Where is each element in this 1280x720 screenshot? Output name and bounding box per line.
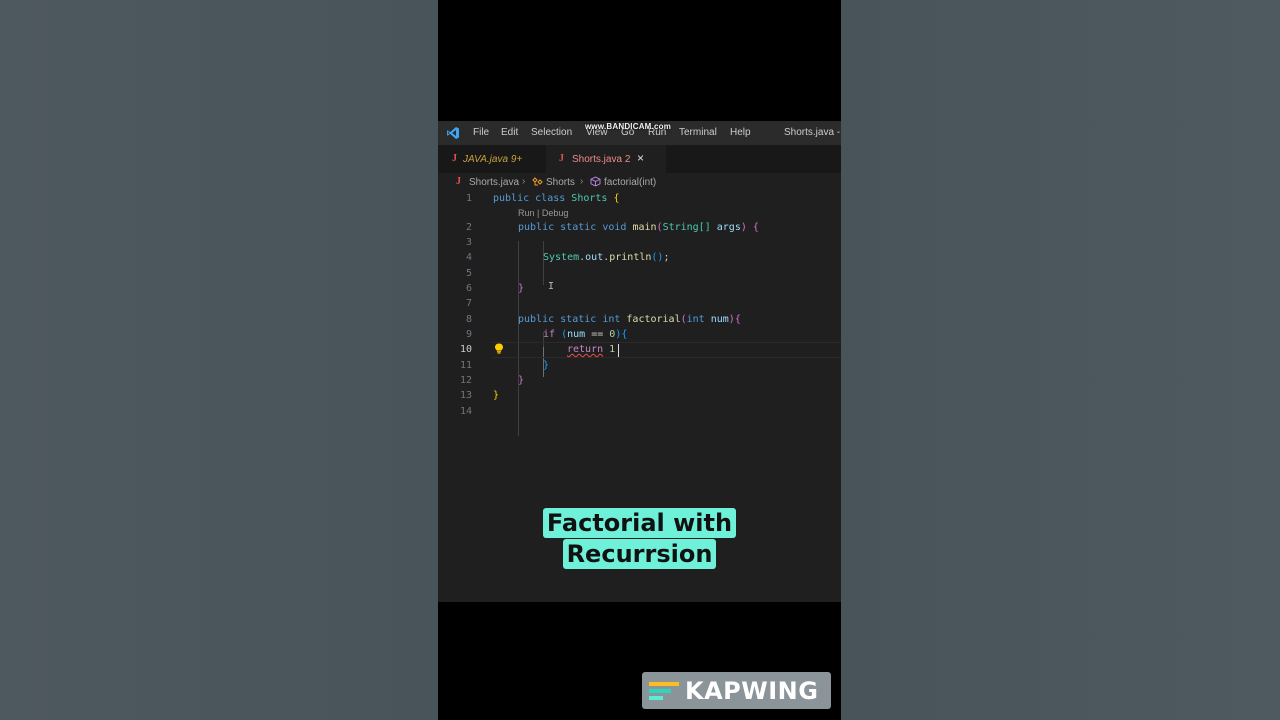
java-file-icon: J — [559, 153, 564, 164]
line-number: 1 — [465, 193, 472, 204]
mouse-ibeam-icon: I — [548, 281, 555, 292]
kapwing-label: KAPWING — [685, 677, 819, 705]
tab-shorts-java[interactable]: J Shorts.java 2 × — [546, 145, 666, 173]
menu-edit[interactable]: Edit — [501, 127, 518, 138]
java-file-icon: J — [452, 153, 457, 164]
caption-line-1: Factorial with — [438, 508, 841, 538]
code-editor[interactable]: 1 2 3 4 5 6 7 8 9 10 11 12 13 14 public … — [438, 193, 841, 493]
java-file-icon: J — [456, 176, 461, 187]
code-line-12: } — [518, 375, 525, 386]
menu-help[interactable]: Help — [730, 127, 751, 138]
line-number: 14 — [459, 406, 472, 417]
kapwing-watermark: KAPWING — [642, 672, 831, 709]
code-line-6: } — [518, 283, 525, 294]
line-number: 8 — [465, 314, 472, 325]
menu-file[interactable]: File — [473, 127, 489, 138]
line-number: 3 — [465, 237, 472, 248]
code-line-9: if (num == 0){ — [543, 329, 628, 340]
chevron-right-icon: › — [580, 176, 584, 187]
line-number: 6 — [465, 283, 472, 294]
tab-label: JAVA.java 9+ — [463, 154, 523, 165]
line-number: 13 — [459, 390, 472, 401]
text-cursor — [618, 344, 619, 357]
line-number: 5 — [465, 268, 472, 279]
line-number: 11 — [459, 360, 472, 371]
title-bar: File Edit Selection View Go Run Terminal… — [438, 121, 841, 145]
lightbulb-icon[interactable] — [494, 343, 504, 354]
breadcrumb-file[interactable]: Shorts.java — [469, 177, 519, 188]
line-number: 9 — [465, 329, 472, 340]
bandicam-watermark: www.BANDICAM.com — [585, 122, 672, 131]
indent-guide — [518, 241, 519, 436]
kapwing-logo-icon — [649, 682, 679, 700]
line-number: 10 — [459, 344, 472, 355]
code-line-13: } — [493, 390, 500, 401]
right-background — [841, 0, 1280, 720]
problems-badge: 9+ — [510, 154, 523, 165]
close-icon[interactable]: × — [637, 151, 644, 165]
tab-java-java[interactable]: J JAVA.java 9+ — [438, 145, 545, 173]
breadcrumb-class[interactable]: Shorts — [546, 177, 575, 188]
problems-badge: 2 — [624, 154, 631, 165]
window-title: Shorts.java - ... — [784, 127, 841, 138]
caption-line-2: Recurrsion — [438, 539, 841, 569]
breadcrumb: J Shorts.java › Shorts › factorial(int) — [438, 173, 841, 191]
codelens-run-debug[interactable]: Run | Debug — [518, 208, 568, 218]
line-number: 2 — [465, 222, 472, 233]
code-line-4: System.out.println(); — [543, 252, 670, 263]
left-background — [0, 0, 438, 720]
line-number: 7 — [465, 298, 472, 309]
chevron-right-icon: › — [522, 176, 526, 187]
current-line-highlight — [493, 342, 841, 358]
menu-selection[interactable]: Selection — [531, 127, 572, 138]
menu-terminal[interactable]: Terminal — [679, 127, 717, 138]
code-line-10: return 1 — [567, 344, 616, 355]
vscode-logo-icon — [447, 127, 459, 139]
code-line-2: public static void main(String[] args) { — [518, 222, 759, 233]
line-number: 4 — [465, 252, 472, 263]
breadcrumb-method[interactable]: factorial(int) — [604, 177, 656, 188]
video-frame: File Edit Selection View Go Run Terminal… — [438, 0, 841, 720]
method-icon — [590, 176, 601, 187]
tab-bar: J JAVA.java 9+ J Shorts.java 2 × — [438, 145, 841, 173]
class-icon — [532, 177, 543, 186]
tab-label: Shorts.java 2 — [572, 154, 631, 165]
indent-guide — [543, 241, 544, 285]
code-line-8: public static int factorial(int num){ — [518, 314, 741, 325]
code-line-1: public class Shorts { — [493, 193, 620, 204]
code-line-11: } — [543, 360, 550, 371]
line-number: 12 — [459, 375, 472, 386]
